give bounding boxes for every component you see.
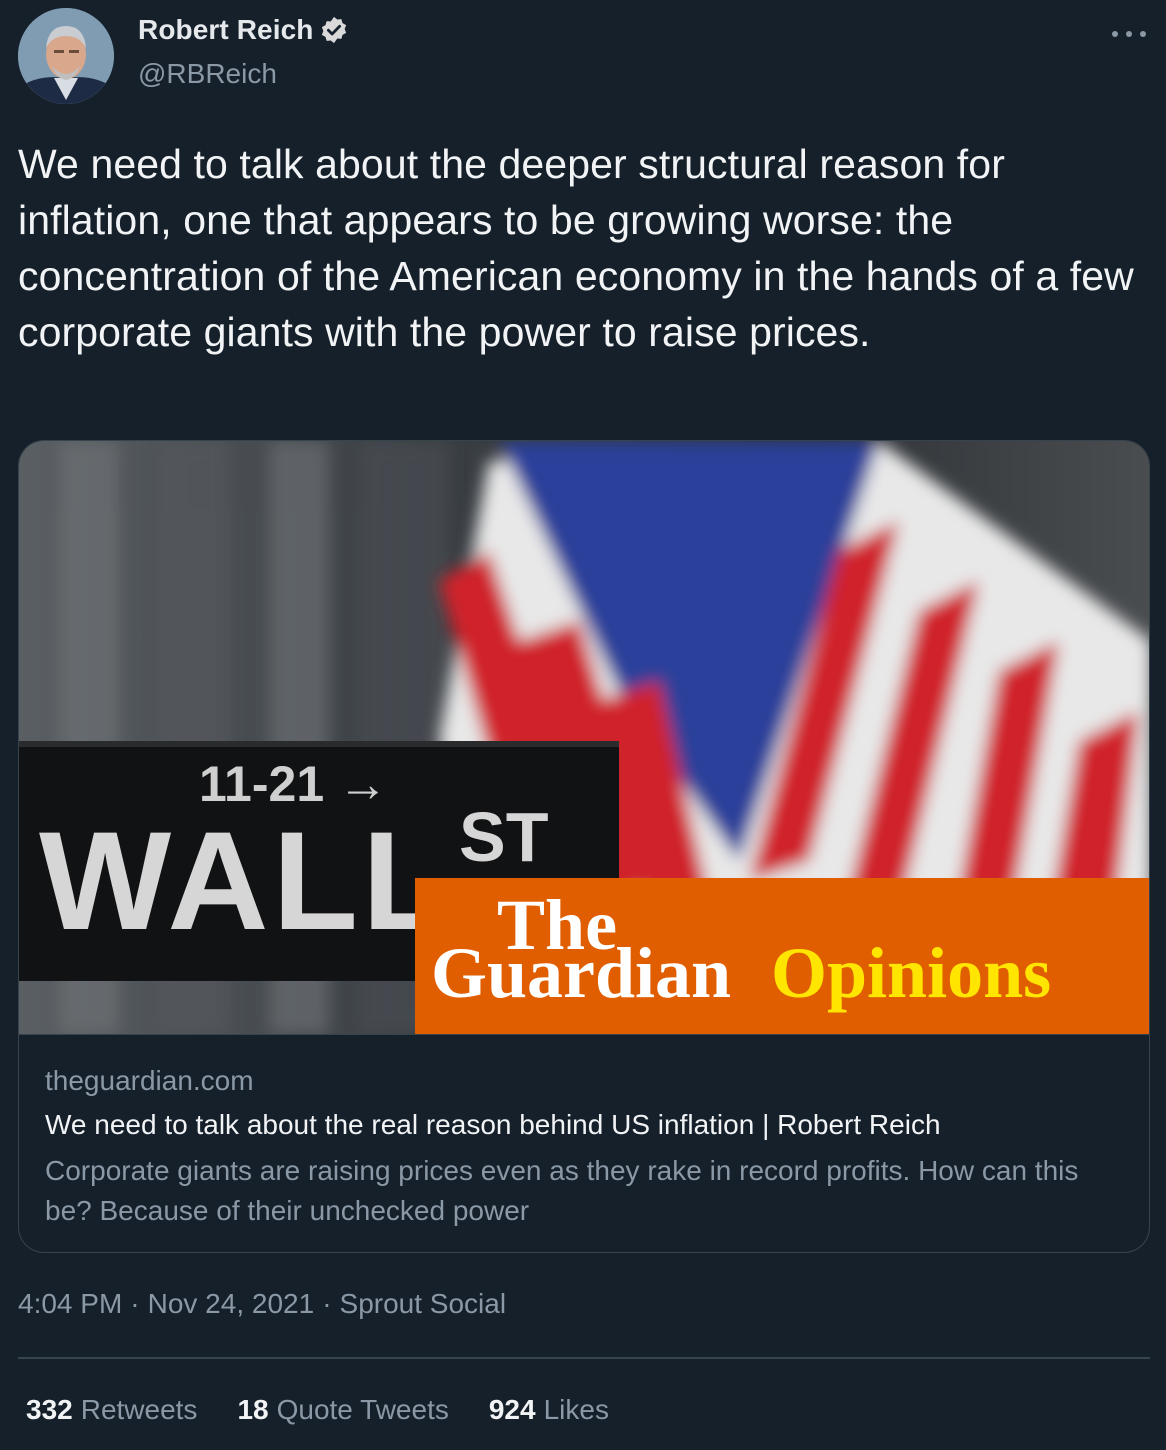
meta-separator: · <box>322 1288 332 1319</box>
quotes-label: Quote Tweets <box>276 1394 449 1425</box>
verified-badge-icon <box>319 15 349 45</box>
retweets-count: 332 <box>26 1394 73 1425</box>
brand-opinions: Opinions <box>771 933 1051 1013</box>
profile-photo-icon <box>18 8 114 104</box>
brand-guardian: Guardian <box>431 933 731 1013</box>
divider <box>18 1357 1150 1359</box>
tweet-detail: Robert Reich @RBReich We need to talk ab… <box>0 0 1166 1450</box>
sign-wall-text: WALL <box>39 802 452 959</box>
likes-label: Likes <box>543 1394 609 1425</box>
quote-tweets-stat[interactable]: 18 Quote Tweets <box>237 1394 448 1426</box>
more-options-icon[interactable] <box>1112 20 1146 48</box>
tweet-source[interactable]: Sprout Social <box>340 1288 507 1320</box>
card-image[interactable]: 11-21 → WALL ST The Guardian Opinions <box>19 441 1149 1034</box>
avatar[interactable] <box>18 8 114 104</box>
card-domain: theguardian.com <box>45 1065 254 1096</box>
card-title: We need to talk about the real reason be… <box>45 1109 941 1140</box>
card-meta[interactable]: theguardian.com We need to talk about th… <box>19 1034 1149 1252</box>
tweet-text: We need to talk about the deeper structu… <box>18 141 1134 355</box>
quotes-count: 18 <box>237 1394 269 1425</box>
tweet-metadata: 4:04 PM · Nov 24, 2021 · Sprout Social <box>18 1288 506 1320</box>
likes-count: 924 <box>488 1394 536 1425</box>
likes-stat[interactable]: 924 Likes <box>489 1394 609 1426</box>
timestamp-time[interactable]: 4:04 PM <box>18 1288 122 1320</box>
sign-st-text: ST <box>459 798 548 876</box>
author-handle[interactable]: @RBReich <box>138 58 277 90</box>
engagement-stats: 332 Retweets 18 Quote Tweets 924 Likes <box>26 1394 649 1426</box>
timestamp-date[interactable]: Nov 24, 2021 <box>148 1288 315 1320</box>
link-card[interactable]: 11-21 → WALL ST The Guardian Opinions th… <box>18 440 1150 1253</box>
meta-separator: · <box>130 1288 140 1319</box>
card-description: Corporate giants are raising prices even… <box>45 1155 1079 1226</box>
card-photo: 11-21 → WALL ST The Guardian Opinions <box>19 441 1149 1034</box>
author-name-row: Robert Reich <box>138 14 349 46</box>
retweets-label: Retweets <box>80 1394 198 1425</box>
author-name[interactable]: Robert Reich <box>138 14 313 46</box>
retweets-stat[interactable]: 332 Retweets <box>26 1394 197 1426</box>
